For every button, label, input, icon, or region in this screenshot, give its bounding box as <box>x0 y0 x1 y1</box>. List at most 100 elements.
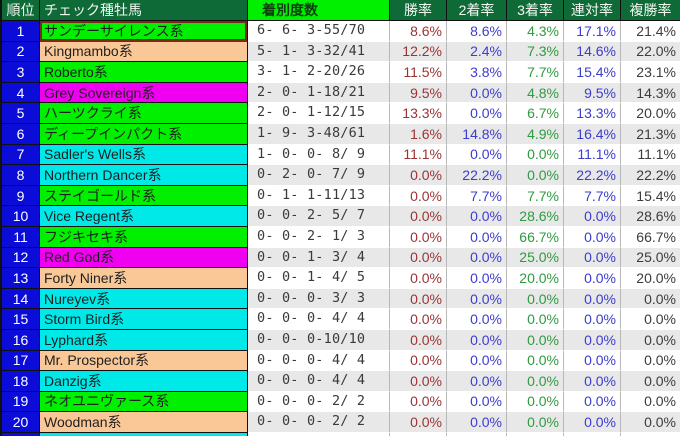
second-rate-cell[interactable]: 7.7% <box>447 186 507 207</box>
show-rate-cell[interactable]: 66.7% <box>621 227 680 248</box>
show-rate-cell[interactable]: 20.0% <box>621 103 680 124</box>
record-cell[interactable]: 0- 0- 2- 5/ 7 <box>248 206 390 227</box>
record-cell[interactable]: 1- 9- 3-48/61 <box>248 124 390 145</box>
exacta-rate-cell[interactable]: 0.0% <box>564 248 621 269</box>
sire-name-cell[interactable]: フジキセキ系 <box>40 227 248 248</box>
show-rate-cell[interactable]: 21.4% <box>621 21 680 42</box>
record-cell[interactable]: 1- 0- 0- 8/ 9 <box>248 145 390 166</box>
sire-name-cell[interactable]: Danzig系 <box>40 371 248 392</box>
rank-cell[interactable]: 16 <box>2 330 40 351</box>
sire-name-cell[interactable]: ステイゴールド系 <box>40 186 248 207</box>
rank-cell[interactable]: 3 <box>2 62 40 83</box>
exacta-rate-cell[interactable]: 0.0% <box>564 289 621 310</box>
show-rate-cell[interactable]: 23.1% <box>621 62 680 83</box>
rank-cell[interactable]: 12 <box>2 248 40 269</box>
record-cell[interactable]: 2- 0- 1-18/21 <box>248 83 390 104</box>
sire-name-cell[interactable]: ディープインパクト系 <box>40 124 248 145</box>
win-rate-cell[interactable]: 0.0% <box>390 392 447 413</box>
exacta-rate-cell[interactable]: 0.0% <box>564 371 621 392</box>
sire-name-cell[interactable]: Vice Regent系 <box>40 206 248 227</box>
third-rate-cell[interactable]: 0.0% <box>507 145 564 166</box>
exacta-rate-cell[interactable]: 16.4% <box>564 124 621 145</box>
show-rate-cell[interactable]: 20.0% <box>621 268 680 289</box>
second-rate-cell[interactable]: 14.8% <box>447 124 507 145</box>
win-rate-cell[interactable]: 8.6% <box>390 21 447 42</box>
win-rate-cell[interactable]: 0.0% <box>390 227 447 248</box>
third-rate-cell[interactable]: 0.0% <box>507 330 564 351</box>
record-cell[interactable]: 0- 0- 0-10/10 <box>248 330 390 351</box>
win-rate-cell[interactable]: 0.0% <box>390 248 447 269</box>
third-rate-cell[interactable]: 0.0% <box>507 165 564 186</box>
second-rate-cell[interactable]: 0.0% <box>447 268 507 289</box>
record-cell[interactable]: 5- 1- 3-32/41 <box>248 42 390 63</box>
exacta-rate-cell[interactable]: 0.0% <box>564 392 621 413</box>
sire-name-cell[interactable]: Mr. Prospector系 <box>40 351 248 372</box>
win-rate-cell[interactable]: 0.0% <box>390 309 447 330</box>
rank-cell[interactable]: 10 <box>2 206 40 227</box>
third-rate-cell[interactable]: 4.3% <box>507 21 564 42</box>
sire-name-cell[interactable]: Lyphard系 <box>40 330 248 351</box>
third-rate-cell[interactable]: 0.0% <box>507 351 564 372</box>
third-rate-cell[interactable]: 0.0% <box>507 289 564 310</box>
second-rate-cell[interactable]: 0.0% <box>447 103 507 124</box>
sire-name-cell[interactable]: ネオユニヴァース系 <box>40 392 248 413</box>
exacta-rate-cell[interactable]: 15.4% <box>564 62 621 83</box>
show-rate-cell[interactable]: 22.2% <box>621 165 680 186</box>
show-rate-cell[interactable]: 0.0% <box>621 289 680 310</box>
exacta-rate-cell[interactable]: 0.0% <box>564 309 621 330</box>
exacta-rate-cell[interactable]: 0.0% <box>564 330 621 351</box>
rank-cell[interactable]: 20 <box>2 412 40 433</box>
show-rate-cell[interactable]: 0.0% <box>621 412 680 433</box>
show-rate-cell[interactable]: 28.6% <box>621 206 680 227</box>
rank-cell[interactable]: 19 <box>2 392 40 413</box>
show-rate-cell[interactable]: 14.3% <box>621 83 680 104</box>
show-rate-cell[interactable]: 11.1% <box>621 145 680 166</box>
sire-name-cell[interactable]: Northern Dancer系 <box>40 165 248 186</box>
third-rate-cell[interactable]: 7.7% <box>507 186 564 207</box>
rank-cell[interactable]: 17 <box>2 351 40 372</box>
third-rate-cell[interactable]: 7.7% <box>507 62 564 83</box>
show-rate-cell[interactable]: 22.0% <box>621 42 680 63</box>
record-cell[interactable]: 0- 0- 0- 3/ 3 <box>248 289 390 310</box>
win-rate-cell[interactable]: 9.5% <box>390 83 447 104</box>
sire-name-cell[interactable]: サンデーサイレンス系 <box>40 21 248 42</box>
record-cell[interactable]: 0- 0- 0- 4/ 4 <box>248 371 390 392</box>
third-rate-cell[interactable]: 0.0% <box>507 371 564 392</box>
third-rate-cell[interactable]: 0.0% <box>507 309 564 330</box>
rank-cell[interactable]: 7 <box>2 145 40 166</box>
win-rate-cell[interactable]: 0.0% <box>390 351 447 372</box>
third-rate-cell[interactable]: 4.9% <box>507 124 564 145</box>
rank-cell[interactable]: 9 <box>2 186 40 207</box>
show-rate-cell[interactable]: 0.0% <box>621 392 680 413</box>
exacta-rate-cell[interactable]: 0.0% <box>564 412 621 433</box>
show-rate-cell[interactable]: 21.3% <box>621 124 680 145</box>
rank-cell[interactable]: 2 <box>2 42 40 63</box>
rank-cell[interactable]: 18 <box>2 371 40 392</box>
win-rate-cell[interactable]: 13.3% <box>390 103 447 124</box>
rank-cell[interactable]: 8 <box>2 165 40 186</box>
win-rate-cell[interactable]: 11.1% <box>390 145 447 166</box>
exacta-rate-cell[interactable]: 0.0% <box>564 351 621 372</box>
sire-name-cell[interactable]: Sadler's Wells系 <box>40 145 248 166</box>
win-rate-cell[interactable]: 0.0% <box>390 412 447 433</box>
exacta-rate-cell[interactable]: 11.1% <box>564 145 621 166</box>
third-rate-cell[interactable]: 4.8% <box>507 83 564 104</box>
rank-cell[interactable]: 4 <box>2 83 40 104</box>
show-rate-cell[interactable]: 0.0% <box>621 351 680 372</box>
win-rate-cell[interactable]: 0.0% <box>390 206 447 227</box>
third-rate-cell[interactable]: 0.0% <box>507 392 564 413</box>
exacta-rate-cell[interactable]: 0.0% <box>564 227 621 248</box>
exacta-rate-cell[interactable]: 22.2% <box>564 165 621 186</box>
second-rate-cell[interactable]: 0.0% <box>447 330 507 351</box>
record-cell[interactable]: 2- 0- 1-12/15 <box>248 103 390 124</box>
rank-cell[interactable]: 1 <box>2 21 40 42</box>
record-cell[interactable]: 0- 2- 0- 7/ 9 <box>248 165 390 186</box>
third-rate-cell[interactable]: 25.0% <box>507 248 564 269</box>
third-rate-cell[interactable]: 66.7% <box>507 227 564 248</box>
sire-name-cell[interactable]: Roberto系 <box>40 62 248 83</box>
win-rate-cell[interactable]: 0.0% <box>390 186 447 207</box>
second-rate-cell[interactable]: 0.0% <box>447 309 507 330</box>
exacta-rate-cell[interactable]: 9.5% <box>564 83 621 104</box>
third-rate-cell[interactable]: 6.7% <box>507 103 564 124</box>
exacta-rate-cell[interactable]: 17.1% <box>564 21 621 42</box>
